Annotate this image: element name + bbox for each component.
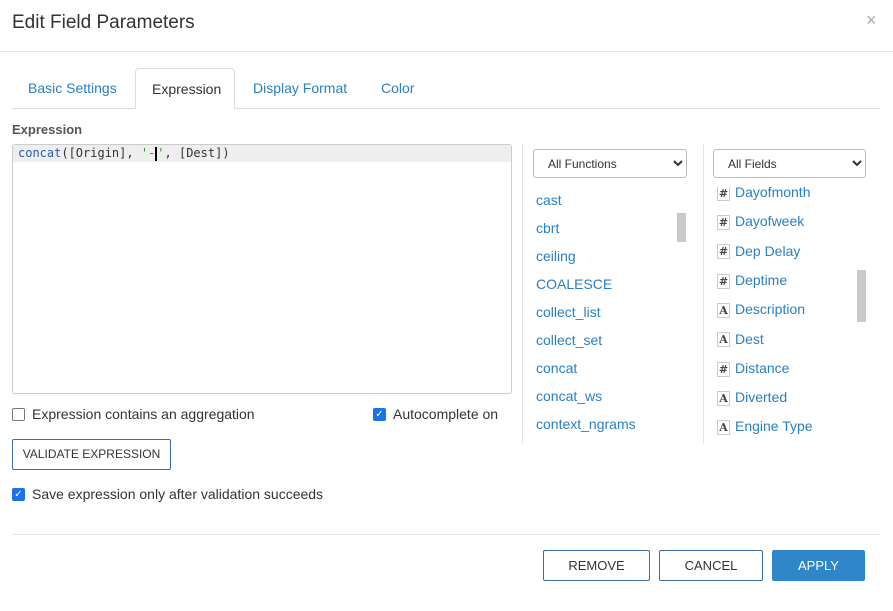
autocomplete-checkbox[interactable]: ✓ Autocomplete on [373, 406, 498, 422]
function-item[interactable]: cbrt [536, 220, 559, 236]
text-field-icon: A [717, 390, 730, 406]
header-divider [0, 51, 893, 52]
tab-basic-settings[interactable]: Basic Settings [12, 68, 133, 109]
expression-label: Expression [12, 122, 83, 137]
field-name: Diverted [735, 389, 788, 406]
code-args-end: , [Dest]) [164, 146, 230, 160]
functions-select[interactable]: All Functions [533, 149, 687, 178]
function-item[interactable]: context_ngrams [536, 416, 636, 432]
checkbox-checked[interactable]: ✓ [373, 407, 386, 421]
function-item[interactable]: cast [536, 192, 562, 208]
tab-display-format[interactable]: Display Format [237, 68, 363, 109]
tab-color[interactable]: Color [365, 68, 430, 109]
code-args: ([Origin], [61, 146, 141, 160]
aggregation-label: Expression contains an aggregation [32, 406, 255, 422]
function-item[interactable]: collect_set [536, 332, 602, 348]
checkbox-checked[interactable]: ✓ [12, 487, 25, 501]
panel-divider [522, 144, 523, 444]
fields-select[interactable]: All Fields [713, 149, 866, 178]
close-icon[interactable]: × [866, 10, 877, 31]
field-item[interactable]: A Engine Type [717, 418, 813, 436]
function-item[interactable]: concat [536, 360, 577, 376]
numeric-field-icon: # [717, 215, 730, 231]
field-item[interactable]: A Description [717, 301, 806, 318]
autocomplete-label: Autocomplete on [393, 406, 499, 422]
function-item[interactable]: collect_list [536, 304, 601, 320]
field-name: Dest [735, 330, 764, 347]
field-name: Distance [735, 359, 790, 376]
footer-divider [12, 534, 880, 535]
validate-expression-button[interactable]: VALIDATE EXPRESSION [12, 439, 171, 470]
field-item[interactable]: A Dest [717, 330, 764, 348]
text-field-icon: A [717, 302, 730, 318]
dialog-title: Edit Field Parameters [12, 12, 195, 33]
text-field-icon: A [717, 332, 730, 348]
field-name: Dayofmonth [735, 184, 811, 200]
fields-scrollbar[interactable] [857, 270, 866, 322]
checkbox-unchecked[interactable] [12, 407, 25, 421]
tab-expression[interactable]: Expression [135, 68, 235, 109]
apply-button[interactable]: APPLY [772, 550, 865, 581]
code-string: '- [140, 146, 156, 160]
field-name: Deptime [735, 271, 788, 288]
panel-divider-2 [703, 144, 704, 444]
code-string-end: ' [157, 146, 165, 160]
aggregation-checkbox[interactable]: Expression contains an aggregation [12, 406, 255, 422]
field-item[interactable]: # Dayofmonth [717, 184, 811, 201]
field-name: Dep Delay [735, 242, 801, 259]
numeric-field-icon: # [717, 361, 730, 377]
field-name: Dayofweek [735, 213, 805, 230]
field-item[interactable]: # Deptime [717, 271, 788, 289]
function-item[interactable]: ceiling [536, 248, 576, 264]
functions-scrollbar[interactable] [677, 213, 686, 242]
function-item[interactable]: COALESCE [536, 276, 612, 292]
save-after-label: Save expression only after validation su… [32, 486, 324, 502]
field-item[interactable]: # Distance [717, 359, 790, 377]
field-item[interactable]: A Diverted [717, 389, 788, 406]
numeric-field-icon: # [717, 273, 730, 289]
field-item[interactable]: # Dayofweek [717, 213, 805, 231]
field-name: Engine Type [735, 418, 813, 435]
field-name: Description [735, 301, 806, 318]
remove-button[interactable]: REMOVE [543, 550, 650, 581]
cancel-button[interactable]: CANCEL [659, 550, 763, 581]
numeric-field-icon: # [717, 244, 730, 260]
function-item[interactable]: concat_ws [536, 388, 602, 404]
field-item[interactable]: # Dep Delay [717, 242, 801, 260]
numeric-field-icon: # [717, 186, 730, 201]
expression-editor[interactable]: concat([Origin], '- ', [Dest]) [12, 144, 512, 394]
save-after-validation-checkbox[interactable]: ✓ Save expression only after validation s… [12, 486, 323, 502]
text-field-icon: A [717, 420, 730, 436]
code-fn: concat [18, 146, 62, 160]
